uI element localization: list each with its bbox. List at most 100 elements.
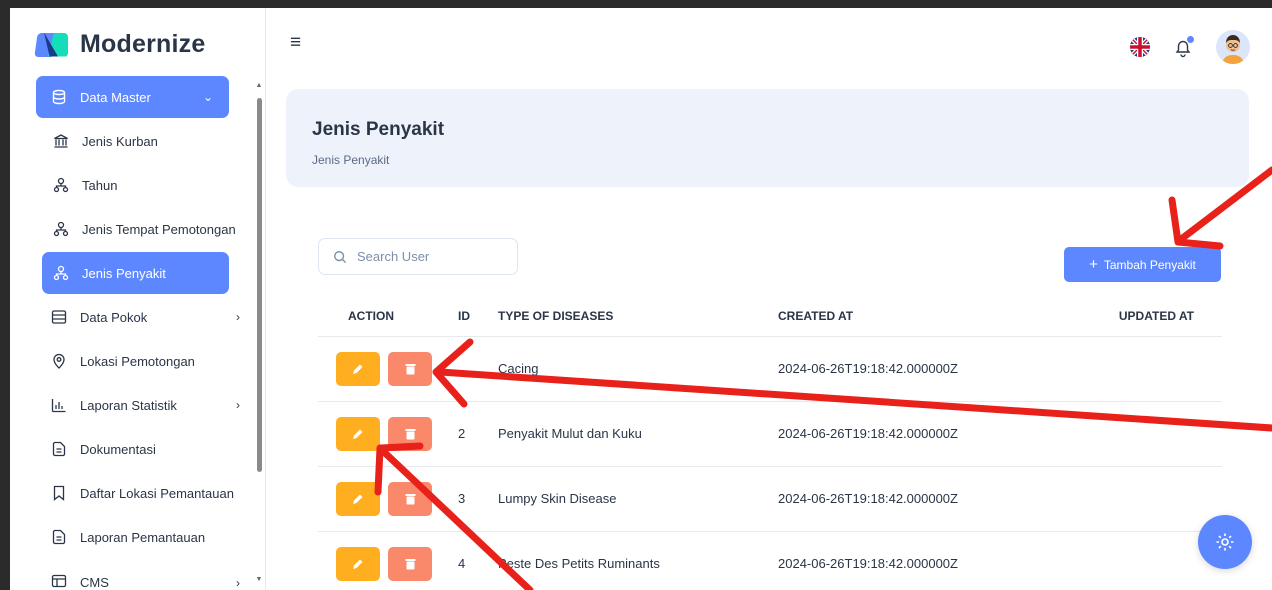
pencil-icon	[353, 429, 363, 439]
sitemap-icon	[52, 176, 70, 194]
delete-button[interactable]	[388, 546, 432, 581]
sidebar-item-jenis-kurban[interactable]: Jenis Kurban	[36, 120, 254, 162]
cell-type: Peste Des Petits Ruminants	[498, 531, 778, 590]
search-placeholder: Search User	[357, 249, 430, 264]
avatar[interactable]	[1216, 30, 1250, 64]
file-text-icon	[50, 440, 68, 458]
column-header-id: ID	[458, 296, 498, 337]
plus-icon: +	[1089, 256, 1098, 273]
main-content: Jenis Penyakit Jenis Penyakit Search Use…	[266, 84, 1272, 590]
cell-created-at: 2024-06-26T19:18:42.000000Z	[778, 531, 1108, 590]
layout-icon	[50, 572, 68, 590]
sidebar-item-laporan-statistik[interactable]: Laporan Statistik ›	[36, 384, 254, 426]
cell-created-at: 2024-06-26T19:18:42.000000Z	[778, 466, 1108, 532]
app-window: Modernize Data Master ⌄ Jenis Kurban Tah…	[10, 8, 1272, 590]
chevron-right-icon: ›	[236, 310, 240, 324]
trash-icon	[405, 428, 415, 439]
sitemap-icon	[52, 264, 70, 282]
breadcrumb[interactable]: Jenis Penyakit	[312, 153, 389, 167]
gear-icon	[1216, 533, 1234, 551]
sidebar-item-label: Laporan Statistik	[80, 397, 177, 413]
bank-icon	[52, 132, 70, 150]
delete-button[interactable]	[388, 416, 432, 451]
hamburger-menu-icon[interactable]: ≡	[290, 33, 312, 54]
column-header-updated-at: UPDATED AT	[1108, 296, 1222, 337]
page-header-card: Jenis Penyakit Jenis Penyakit	[286, 89, 1249, 187]
search-input[interactable]: Search User	[318, 238, 518, 275]
add-penyakit-button[interactable]: + Tambah Penyakit	[1064, 247, 1221, 282]
table-row: 2 Penyakit Mulut dan Kuku 2024-06-26T19:…	[318, 401, 1222, 467]
notification-dot	[1187, 36, 1194, 43]
sidebar-item-label: Daftar Lokasi Pemantauan	[80, 485, 234, 501]
sidebar-item-data-master[interactable]: Data Master ⌄	[36, 76, 229, 118]
sidebar-item-cms[interactable]: CMS ›	[36, 560, 254, 590]
edit-button[interactable]	[336, 546, 380, 581]
edit-button[interactable]	[336, 481, 380, 516]
database-icon	[50, 88, 68, 106]
chevron-right-icon: ›	[236, 576, 240, 590]
sidebar-item-jenis-penyakit[interactable]: Jenis Penyakit	[42, 252, 229, 294]
sidebar-item-dokumentasi[interactable]: Dokumentasi	[36, 428, 254, 470]
sidebar-item-jenis-tempat-pemotongan[interactable]: Jenis Tempat Pemotongan	[36, 208, 254, 250]
column-header-type: TYPE OF DISEASES	[498, 296, 778, 337]
brand[interactable]: Modernize	[34, 30, 205, 59]
sidebar-item-lokasi-pemotongan[interactable]: Lokasi Pemotongan	[36, 340, 254, 382]
topbar-actions	[1130, 30, 1250, 64]
cell-updated-at	[1108, 336, 1222, 402]
delete-button[interactable]	[388, 481, 432, 516]
page-title: Jenis Penyakit	[312, 119, 445, 140]
trash-icon	[405, 493, 415, 504]
bookmark-icon	[50, 484, 68, 502]
sidebar-item-label: Tahun	[82, 177, 118, 193]
sidebar-item-label: Laporan Pemantauan	[80, 529, 206, 545]
table-row: Cacing 2024-06-26T19:18:42.000000Z	[318, 336, 1222, 402]
cell-id: 3	[458, 466, 498, 532]
scroll-thumb[interactable]	[257, 98, 262, 472]
sidebar-item-label: Dokumentasi	[80, 441, 156, 457]
sidebar-item-tahun[interactable]: Tahun	[36, 164, 254, 206]
cell-updated-at	[1108, 401, 1222, 467]
cell-type: Cacing	[498, 336, 778, 402]
pencil-icon	[353, 364, 363, 374]
sitemap-icon	[52, 220, 70, 238]
trash-icon	[405, 363, 415, 374]
sidebar-item-label: Jenis Kurban	[82, 133, 158, 149]
table-icon	[50, 308, 68, 326]
scroll-down-arrow-icon[interactable]: ▼	[255, 576, 263, 583]
column-header-action: ACTION	[318, 296, 458, 337]
topbar: ≡	[266, 8, 1272, 84]
cell-created-at: 2024-06-26T19:18:42.000000Z	[778, 336, 1108, 402]
sidebar-item-label: Jenis Penyakit	[82, 265, 166, 281]
chart-bar-icon	[50, 396, 68, 414]
settings-fab[interactable]	[1198, 515, 1252, 569]
pencil-icon	[353, 559, 363, 569]
add-button-label: Tambah Penyakit	[1103, 257, 1196, 272]
sidebar-item-data-pokok[interactable]: Data Pokok ›	[36, 296, 254, 338]
column-header-created-at: CREATED AT	[778, 296, 1108, 337]
map-pin-icon	[50, 352, 68, 370]
scroll-up-arrow-icon[interactable]: ▲	[255, 82, 263, 89]
brand-logo	[34, 31, 70, 59]
cell-updated-at	[1108, 466, 1222, 532]
cell-id	[458, 336, 498, 402]
cell-created-at: 2024-06-26T19:18:42.000000Z	[778, 401, 1108, 467]
sidebar-item-label: CMS	[80, 575, 109, 590]
search-icon	[334, 250, 347, 263]
trash-icon	[405, 558, 415, 569]
sidebar-item-daftar-lokasi-pemantauan[interactable]: Daftar Lokasi Pemantauan	[36, 472, 254, 514]
cell-id: 4	[458, 531, 498, 590]
delete-button[interactable]	[388, 351, 432, 386]
sidebar-item-label: Data Pokok	[80, 309, 148, 325]
diseases-table: ACTION ID TYPE OF DISEASES CREATED AT UP…	[318, 296, 1222, 590]
cell-id: 2	[458, 401, 498, 467]
sidebar-item-laporan-pemantauan[interactable]: Laporan Pemantauan	[36, 516, 254, 558]
uk-flag-icon[interactable]	[1130, 37, 1150, 57]
cell-type: Penyakit Mulut dan Kuku	[498, 401, 778, 467]
edit-button[interactable]	[336, 351, 380, 386]
bell-icon[interactable]	[1172, 36, 1194, 58]
table-header-row: ACTION ID TYPE OF DISEASES CREATED AT UP…	[318, 296, 1222, 337]
edit-button[interactable]	[336, 416, 380, 451]
chevron-right-icon: ›	[236, 398, 240, 412]
chevron-down-icon: ⌄	[202, 90, 213, 104]
sidebar-scrollbar[interactable]: ▲ ▼	[255, 80, 263, 585]
